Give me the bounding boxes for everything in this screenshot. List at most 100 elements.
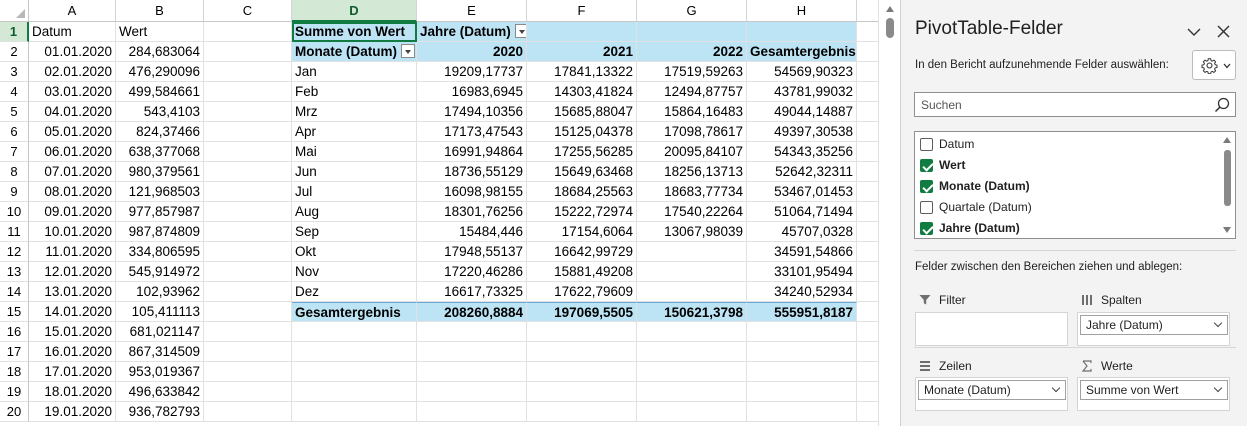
checkbox-unchecked[interactable] <box>920 138 933 151</box>
row-header[interactable]: 5 <box>0 102 29 122</box>
row-header[interactable]: 7 <box>0 142 29 162</box>
cell-e7[interactable]: 16991,94864 <box>417 142 527 162</box>
empty-cell[interactable] <box>857 342 878 362</box>
cell-h9[interactable]: 53467,01453 <box>747 182 857 202</box>
tools-button[interactable] <box>1192 50 1236 80</box>
cell-e12[interactable]: 17948,55137 <box>417 242 527 262</box>
cell-e15[interactable]: 208260,8884 <box>417 302 527 322</box>
field-item[interactable]: Jahre (Datum) <box>920 218 1220 238</box>
row-header[interactable]: 18 <box>0 362 29 382</box>
scroll-down-icon[interactable] <box>1223 227 1231 233</box>
empty-cell[interactable] <box>857 302 878 322</box>
cell-b17[interactable]: 867,314509 <box>116 342 204 362</box>
column-header-h[interactable]: H <box>747 0 857 22</box>
field-item[interactable]: Wert <box>920 155 1220 175</box>
checkbox-checked[interactable] <box>920 222 933 235</box>
row-header[interactable]: 9 <box>0 182 29 202</box>
cell-d15[interactable]: Gesamtergebnis <box>292 302 417 322</box>
field-item[interactable]: Datum <box>920 134 1220 154</box>
cell-a12[interactable]: 11.01.2020 <box>29 242 116 262</box>
cell-g6[interactable]: 17098,78617 <box>637 122 747 142</box>
cell-c11[interactable] <box>204 222 292 242</box>
cell-a14[interactable]: 13.01.2020 <box>29 282 116 302</box>
row-header[interactable]: 19 <box>0 382 29 402</box>
cell-a19[interactable]: 18.01.2020 <box>29 382 116 402</box>
cell-c6[interactable] <box>204 122 292 142</box>
empty-cell[interactable] <box>857 142 878 162</box>
checkbox-checked[interactable] <box>920 180 933 193</box>
row-header[interactable]: 13 <box>0 262 29 282</box>
cell-c5[interactable] <box>204 102 292 122</box>
cell-c17[interactable] <box>204 342 292 362</box>
cell-d7[interactable]: Mai <box>292 142 417 162</box>
cell-c3[interactable] <box>204 62 292 82</box>
rows-drop-zone[interactable]: Monate (Datum) <box>915 377 1068 411</box>
cell-b13[interactable]: 545,914972 <box>116 262 204 282</box>
cell-g1[interactable] <box>637 22 747 42</box>
row-header[interactable]: 14 <box>0 282 29 302</box>
cell-g12[interactable] <box>637 242 747 262</box>
cell-d1[interactable]: Summe von Wert <box>292 22 417 42</box>
cell-g15[interactable]: 150621,3798 <box>637 302 747 322</box>
empty-cell[interactable] <box>857 122 878 142</box>
cell-e20[interactable] <box>417 402 527 422</box>
cell-a2[interactable]: 01.01.2020 <box>29 42 116 62</box>
cell-g20[interactable] <box>637 402 747 422</box>
search-icon[interactable] <box>1214 97 1230 113</box>
close-icon[interactable] <box>1217 25 1230 38</box>
cell-h14[interactable]: 34240,52934 <box>747 282 857 302</box>
cell-e18[interactable] <box>417 362 527 382</box>
empty-cell[interactable] <box>857 162 878 182</box>
cell-f5[interactable]: 15685,88047 <box>527 102 637 122</box>
cell-c15[interactable] <box>204 302 292 322</box>
cell-f9[interactable]: 18684,25563 <box>527 182 637 202</box>
cell-a18[interactable]: 17.01.2020 <box>29 362 116 382</box>
cell-d11[interactable]: Sep <box>292 222 417 242</box>
column-header-e[interactable]: E <box>417 0 527 22</box>
cell-g3[interactable]: 17519,59263 <box>637 62 747 82</box>
empty-cell[interactable] <box>857 382 878 402</box>
cell-e8[interactable]: 18736,55129 <box>417 162 527 182</box>
cell-f4[interactable]: 14303,41824 <box>527 82 637 102</box>
cell-a13[interactable]: 12.01.2020 <box>29 262 116 282</box>
cell-g17[interactable] <box>637 342 747 362</box>
cell-b14[interactable]: 102,93962 <box>116 282 204 302</box>
cell-h2[interactable]: Gesamtergebnis <box>747 42 857 62</box>
cell-b20[interactable]: 936,782793 <box>116 402 204 422</box>
cell-f19[interactable] <box>527 382 637 402</box>
cell-c16[interactable] <box>204 322 292 342</box>
cell-a7[interactable]: 06.01.2020 <box>29 142 116 162</box>
cell-d6[interactable]: Apr <box>292 122 417 142</box>
column-header-c[interactable]: C <box>204 0 292 22</box>
cell-h10[interactable]: 51064,71494 <box>747 202 857 222</box>
scroll-thumb[interactable] <box>1224 150 1231 206</box>
cell-f10[interactable]: 15222,72974 <box>527 202 637 222</box>
cell-c18[interactable] <box>204 362 292 382</box>
empty-cell[interactable] <box>857 222 878 242</box>
cell-g16[interactable] <box>637 322 747 342</box>
field-list-scrollbar[interactable] <box>1220 132 1235 238</box>
filter-dropdown-icon[interactable] <box>401 44 415 59</box>
cell-h13[interactable]: 33101,95494 <box>747 262 857 282</box>
cell-h16[interactable] <box>747 322 857 342</box>
cell-b12[interactable]: 334,806595 <box>116 242 204 262</box>
cell-a4[interactable]: 03.01.2020 <box>29 82 116 102</box>
chevron-down-icon[interactable] <box>1051 383 1061 393</box>
cell-c10[interactable] <box>204 202 292 222</box>
cell-h17[interactable] <box>747 342 857 362</box>
cell-a15[interactable]: 14.01.2020 <box>29 302 116 322</box>
cell-g19[interactable] <box>637 382 747 402</box>
cell-c20[interactable] <box>204 402 292 422</box>
cell-g2[interactable]: 2022 <box>637 42 747 62</box>
cell-f20[interactable] <box>527 402 637 422</box>
rows-field-chip[interactable]: Monate (Datum) <box>918 380 1066 400</box>
cell-h6[interactable]: 49397,30538 <box>747 122 857 142</box>
empty-cell[interactable] <box>857 282 878 302</box>
empty-cell[interactable] <box>857 242 878 262</box>
empty-cell[interactable] <box>857 102 878 122</box>
cell-b7[interactable]: 638,377068 <box>116 142 204 162</box>
cell-d19[interactable] <box>292 382 417 402</box>
cell-c4[interactable] <box>204 82 292 102</box>
row-header[interactable]: 16 <box>0 322 29 342</box>
cell-f18[interactable] <box>527 362 637 382</box>
